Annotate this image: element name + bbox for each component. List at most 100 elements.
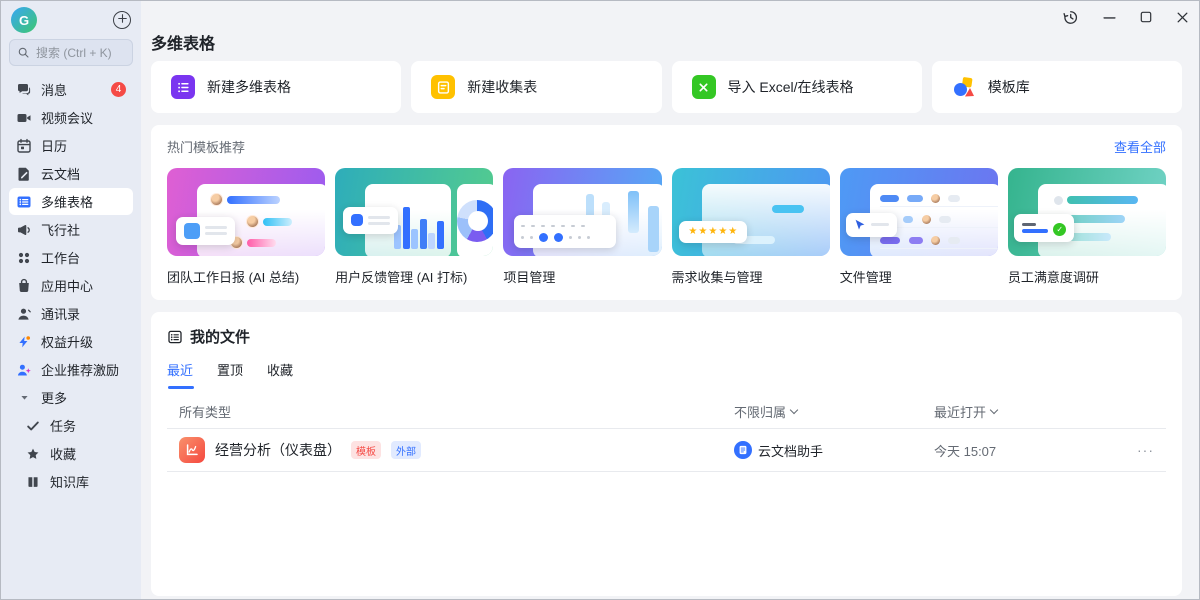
template-card-art: [335, 168, 493, 256]
template-card-art: [167, 168, 325, 256]
template-card-art: ✓: [1008, 168, 1166, 256]
window-controls: [1062, 1, 1189, 33]
search-box[interactable]: [9, 39, 133, 66]
upgrade-icon: [16, 334, 32, 350]
tab-favorites[interactable]: 收藏: [267, 360, 293, 389]
template-label: 用户反馈管理 (AI 打标): [335, 267, 493, 286]
minimize-icon[interactable]: [1103, 11, 1116, 24]
sidebar-item-feishu-club[interactable]: 飞行社: [9, 216, 133, 243]
search-input[interactable]: [36, 46, 125, 60]
template-card-feedback[interactable]: 用户反馈管理 (AI 打标): [335, 168, 493, 286]
new-base-button[interactable]: 新建多维表格: [151, 61, 401, 113]
template-label: 文件管理: [840, 267, 998, 286]
close-icon[interactable]: [1176, 11, 1189, 24]
docs-icon: [16, 166, 32, 182]
sidebar-item-label: 消息: [41, 80, 67, 99]
type-filter[interactable]: 所有类型: [179, 402, 734, 421]
add-button[interactable]: [113, 11, 131, 29]
template-library-icon: [952, 75, 976, 99]
file-row[interactable]: 经营分析（仪表盘） 模板 外部 云文档助手 今天 15:07 ···: [167, 429, 1166, 472]
base-icon: [16, 194, 32, 210]
chevron-down-icon: [16, 390, 32, 406]
action-cards: 新建多维表格 新建收集表 导入 Excel/在线表格 模板库: [151, 61, 1182, 113]
star-icon: [25, 446, 41, 462]
sidebar-item-label: 工作台: [41, 248, 80, 267]
template-card-file-management[interactable]: 文件管理: [840, 168, 998, 286]
template-label: 员工满意度调研: [1008, 267, 1166, 286]
template-card-art: [503, 168, 661, 256]
sidebar-item-messages[interactable]: 消息 4: [9, 76, 133, 103]
sidebar-item-label: 企业推荐激励: [41, 360, 119, 379]
cursor-icon: [854, 219, 866, 231]
template-card-project[interactable]: 项目管理: [503, 168, 661, 286]
sidebar-item-base[interactable]: 多维表格: [9, 188, 133, 215]
sidebar-item-video-meeting[interactable]: 视频会议: [9, 104, 133, 131]
template-card-art: [840, 168, 998, 256]
sidebar-item-more[interactable]: 更多: [9, 384, 133, 411]
avatar[interactable]: G: [11, 7, 37, 33]
template-library-button[interactable]: 模板库: [932, 61, 1182, 113]
owner-avatar: [734, 441, 752, 459]
sidebar-item-referral[interactable]: 企业推荐激励: [9, 356, 133, 383]
page-title: 多维表格: [151, 30, 1182, 54]
action-label: 模板库: [988, 77, 1030, 97]
action-label: 新建多维表格: [207, 77, 291, 97]
template-card-satisfaction-survey[interactable]: ✓ 员工满意度调研: [1008, 168, 1166, 286]
chat-icon: [16, 82, 32, 98]
templates-header: 热门模板推荐: [167, 137, 245, 156]
files-tabs: 最近 置顶 收藏: [167, 360, 1166, 389]
main-area: 多维表格 新建多维表格 新建收集表 导入 Excel/在线表格: [141, 1, 1199, 599]
sidebar-item-wiki[interactable]: 知识库: [9, 468, 133, 495]
owner-name: 云文档助手: [758, 441, 823, 460]
tag-external: 外部: [391, 441, 421, 459]
more-actions-icon[interactable]: ···: [1104, 442, 1154, 458]
sidebar-item-app-center[interactable]: 应用中心: [9, 272, 133, 299]
dashboard-file-icon: [179, 437, 205, 463]
sidebar-item-label: 云文档: [41, 164, 80, 183]
history-icon[interactable]: [1062, 9, 1079, 26]
tab-recent[interactable]: 最近: [167, 360, 193, 389]
maximize-icon[interactable]: [1140, 11, 1152, 23]
sidebar-item-workplace[interactable]: 工作台: [9, 244, 133, 271]
sort-filter[interactable]: 最近打开: [934, 402, 1104, 421]
view-all-link[interactable]: 查看全部: [1114, 137, 1166, 156]
tab-pinned[interactable]: 置顶: [217, 360, 243, 389]
megaphone-icon: [16, 222, 32, 238]
referral-icon: [16, 362, 32, 378]
owner-filter[interactable]: 不限归属: [734, 402, 934, 421]
sidebar: G 消息 4 视频会议 日历 云文: [1, 1, 141, 599]
sidebar-item-upgrade[interactable]: 权益升级: [9, 328, 133, 355]
sidebar-item-calendar[interactable]: 日历: [9, 132, 133, 159]
app-center-icon: [16, 278, 32, 294]
check-icon: [25, 418, 41, 434]
new-form-button[interactable]: 新建收集表: [411, 61, 661, 113]
import-excel-button[interactable]: 导入 Excel/在线表格: [672, 61, 922, 113]
template-card-art: ★★★★★: [672, 168, 830, 256]
template-card-daily-report[interactable]: 团队工作日报 (AI 总结): [167, 168, 325, 286]
check-icon: ✓: [1053, 223, 1066, 236]
sidebar-item-favorites[interactable]: 收藏: [9, 440, 133, 467]
chevron-down-icon: [790, 406, 798, 414]
sidebar-item-docs[interactable]: 云文档: [9, 160, 133, 187]
template-label: 项目管理: [503, 267, 661, 286]
import-excel-icon: [692, 75, 716, 99]
calendar-icon: [16, 138, 32, 154]
sidebar-item-label: 多维表格: [41, 192, 93, 211]
search-icon: [17, 46, 30, 59]
wiki-icon: [25, 474, 41, 490]
tag-template: 模板: [351, 441, 381, 459]
files-table-header: 所有类型 不限归属 最近打开: [167, 395, 1166, 429]
app-window: G 消息 4 视频会议 日历 云文: [0, 0, 1200, 600]
sidebar-item-tasks[interactable]: 任务: [9, 412, 133, 439]
chevron-down-icon: [990, 406, 998, 414]
sidebar-item-label: 飞行社: [41, 220, 80, 239]
video-icon: [16, 110, 32, 126]
sidebar-item-label: 视频会议: [41, 108, 93, 127]
last-opened-time: 今天 15:07: [934, 441, 1104, 460]
template-label: 需求收集与管理: [672, 267, 830, 286]
template-card-requirements[interactable]: ★★★★★ 需求收集与管理: [672, 168, 830, 286]
sidebar-item-contacts[interactable]: 通讯录: [9, 300, 133, 327]
unread-badge: 4: [111, 82, 126, 97]
action-label: 新建收集表: [467, 77, 537, 97]
sidebar-item-label: 更多: [41, 388, 67, 407]
